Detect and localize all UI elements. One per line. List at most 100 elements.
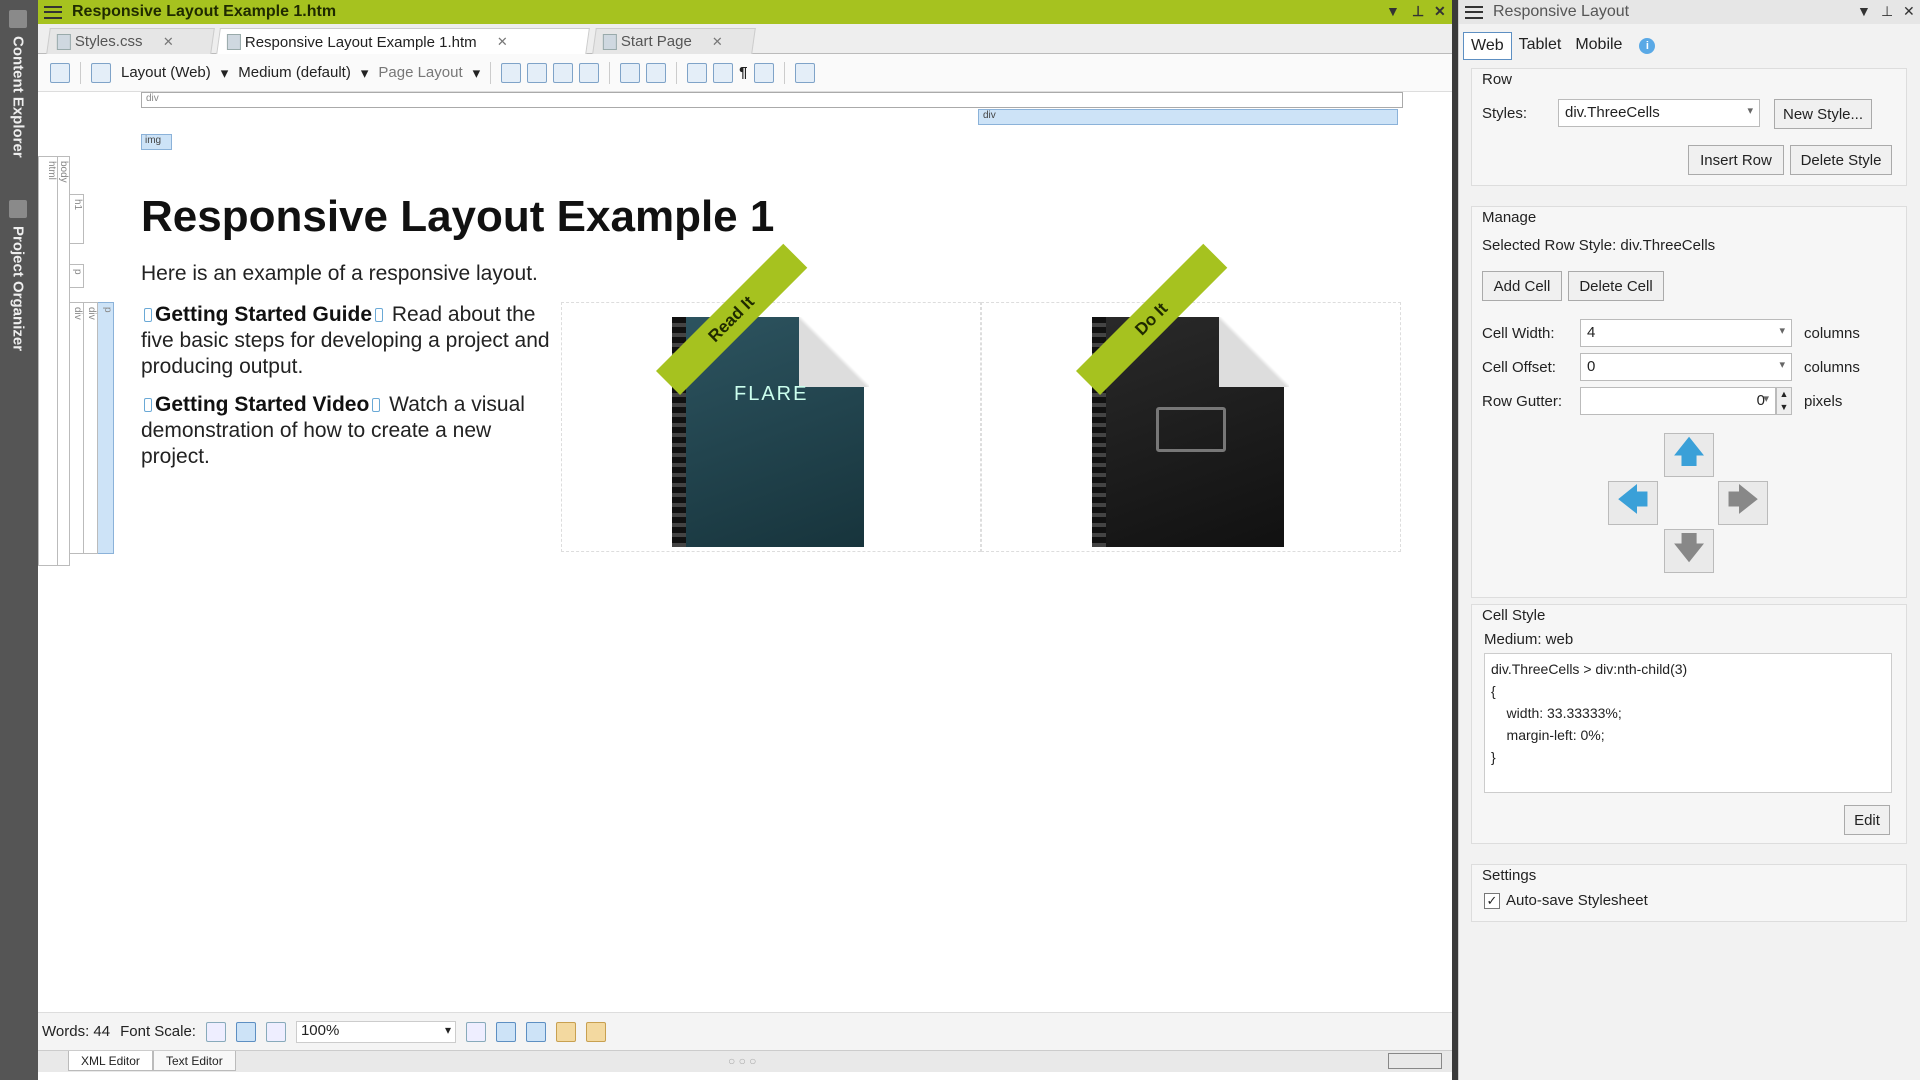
settings-header: Settings	[1482, 867, 1537, 884]
close-tab-icon[interactable]: ✕	[497, 34, 508, 50]
do-it-book-image[interactable]: Do It	[1076, 243, 1289, 547]
body-tag-bar[interactable]: body	[56, 156, 70, 566]
edit-button[interactable]: Edit	[1844, 805, 1890, 835]
show-conditions-icon[interactable]	[713, 62, 734, 83]
h1-tag-bar[interactable]: h1	[70, 194, 84, 244]
font-increase-button[interactable]	[265, 1021, 286, 1042]
merge-cells-icon[interactable]	[579, 62, 600, 83]
medium-dropdown[interactable]: Medium (default)	[234, 64, 355, 81]
info-icon[interactable]: i	[1639, 38, 1656, 54]
page-layout-dropdown[interactable]: Page Layout	[374, 64, 466, 81]
img-tag-marker[interactable]: img	[141, 134, 172, 150]
delete-cell-button[interactable]: Delete Cell	[1568, 271, 1664, 301]
close-icon[interactable]: ✕	[1434, 3, 1446, 20]
zoom-select[interactable]: 100%	[295, 1020, 456, 1043]
ruler-icon[interactable]	[555, 1021, 576, 1042]
tab-tablet[interactable]: Tablet	[1512, 32, 1569, 60]
chevron-down-icon: ▾	[472, 64, 481, 82]
tracking-icon[interactable]	[753, 62, 774, 83]
vertical-ruler-icon[interactable]	[585, 1021, 606, 1042]
insert-row-icon[interactable]	[553, 62, 574, 83]
delete-table-icon[interactable]	[527, 62, 548, 83]
cell-read-it[interactable]: FLARE Read It	[561, 243, 981, 552]
move-down-button[interactable]: 🡇	[1664, 529, 1714, 573]
cell-offset-select[interactable]: 0	[1580, 353, 1792, 381]
status-bar: Words: 44 Font Scale: 100%	[38, 1012, 1452, 1050]
paragraph-marks-icon[interactable]: ¶	[739, 64, 747, 81]
selected-div-bar[interactable]: div	[978, 109, 1398, 125]
move-up-button[interactable]: 🡅	[1664, 433, 1714, 477]
tab-web[interactable]: Web	[1463, 32, 1512, 60]
p-tag-bar[interactable]: p	[70, 264, 84, 288]
responsive-layout-panel: Responsive Layout ▼ ⊥ ✕ Web Tablet Mobil…	[1458, 0, 1920, 1080]
p-tag-bar-selected[interactable]: p	[98, 302, 114, 554]
pin-icon[interactable]: ⊥	[1881, 3, 1893, 20]
show-spans-icon[interactable]	[525, 1021, 546, 1042]
div-structure-bar[interactable]: div	[141, 92, 1403, 108]
close-tab-icon[interactable]: ✕	[162, 34, 173, 50]
add-cell-button[interactable]: Add Cell	[1482, 271, 1562, 301]
html-tag-bar[interactable]: html	[38, 156, 58, 566]
document-title-bar: Responsive Layout Example 1.htm ▼ ⊥ ✕	[38, 0, 1452, 24]
show-blocks-icon[interactable]	[495, 1021, 516, 1042]
xml-editor-tab[interactable]: XML Editor	[68, 1051, 153, 1071]
guide-link[interactable]: Getting Started Guide	[155, 303, 372, 326]
resize-grip-icon[interactable]: ○ ○ ○	[728, 1054, 756, 1068]
insert-row-button[interactable]: Insert Row	[1688, 145, 1784, 175]
view-split-icon[interactable]	[1388, 1053, 1442, 1069]
text-style-icon[interactable]	[646, 62, 667, 83]
video-link[interactable]: Getting Started Video	[155, 393, 369, 416]
preview-icon[interactable]	[794, 62, 815, 83]
move-left-button[interactable]: 🡄	[1608, 481, 1658, 525]
close-icon[interactable]: ✕	[1903, 3, 1915, 20]
start-page-icon	[602, 34, 617, 50]
read-it-book-image[interactable]: FLARE Read It	[656, 243, 869, 547]
view-mode-icon[interactable]	[465, 1021, 486, 1042]
css-file-icon	[56, 34, 71, 50]
separator	[609, 61, 611, 84]
layout-icon[interactable]	[91, 62, 111, 83]
move-right-button[interactable]: 🡆	[1718, 481, 1768, 525]
font-decrease-button[interactable]	[205, 1021, 226, 1042]
layout-dropdown[interactable]: Layout (Web)	[117, 64, 215, 81]
menu-icon[interactable]	[44, 5, 62, 19]
row-gutter-input[interactable]: 0	[1580, 387, 1776, 415]
content-explorer-tab[interactable]: Content Explorer	[4, 10, 32, 160]
pin-icon[interactable]: ⊥	[1412, 3, 1424, 20]
tab-styles-css[interactable]: Styles.css ✕	[46, 28, 215, 54]
styles-select[interactable]: div.ThreeCells	[1558, 99, 1760, 127]
text-editor-tab[interactable]: Text Editor	[153, 1051, 236, 1071]
row-gutter-spinner[interactable]: ▲ ▼	[1776, 387, 1792, 415]
separator	[490, 61, 492, 84]
zoom-icon[interactable]	[50, 62, 70, 83]
content-explorer-icon	[9, 10, 27, 28]
tab-responsive-layout[interactable]: Responsive Layout Example 1.htm ✕	[216, 28, 590, 55]
editor-area[interactable]: div div img html body h1 p div div p Res…	[38, 92, 1452, 1012]
video-paragraph: Getting Started Video Watch a visual dem…	[141, 392, 561, 470]
font-reset-button[interactable]	[235, 1021, 256, 1042]
autosave-checkbox[interactable]: ✓	[1484, 893, 1500, 909]
delete-style-button[interactable]: Delete Style	[1790, 145, 1892, 175]
text-box-icon[interactable]	[620, 62, 641, 83]
chevron-down-icon: ▾	[220, 64, 229, 82]
menu-icon[interactable]	[1465, 5, 1483, 19]
div-tag-bar[interactable]: div	[84, 302, 98, 554]
book-title: FLARE	[734, 383, 809, 405]
tab-mobile[interactable]: Mobile	[1568, 32, 1629, 60]
cell-width-label: Cell Width:	[1482, 325, 1555, 342]
insert-table-icon[interactable]	[501, 62, 522, 83]
dropdown-icon[interactable]: ▼	[1386, 3, 1400, 19]
tab-start-page[interactable]: Start Page ✕	[592, 28, 756, 54]
project-organizer-label: Project Organizer	[9, 226, 27, 352]
close-tab-icon[interactable]: ✕	[712, 34, 723, 50]
panel-title: Responsive Layout	[1493, 3, 1630, 20]
cell-do-it[interactable]: Do It	[981, 243, 1401, 552]
cell-width-select[interactable]: 4	[1580, 319, 1792, 347]
div-tag-bar[interactable]: div	[70, 302, 84, 554]
project-organizer-tab[interactable]: Project Organizer	[4, 200, 32, 370]
tab-label: Styles.css	[74, 33, 143, 50]
show-tags-icon[interactable]	[687, 62, 708, 83]
dropdown-icon[interactable]: ▼	[1857, 3, 1871, 19]
panel-title-bar: Responsive Layout ▼ ⊥ ✕	[1459, 0, 1920, 24]
new-style-button[interactable]: New Style...	[1774, 99, 1872, 129]
